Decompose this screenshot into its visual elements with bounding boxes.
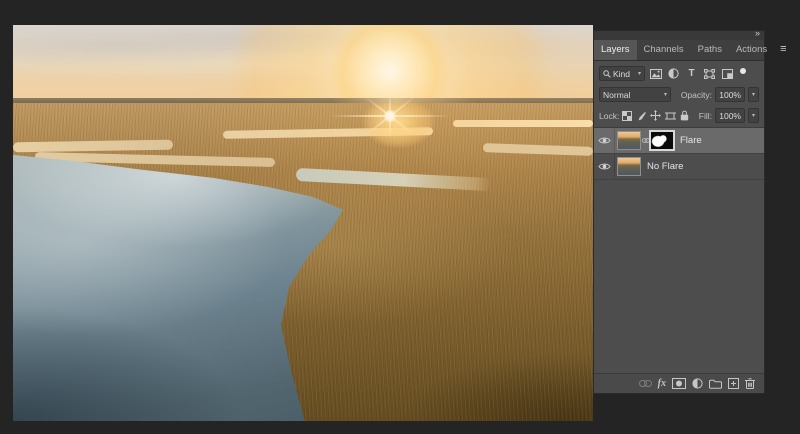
collapse-panels-icon[interactable]: »: [755, 28, 759, 38]
photoshop-window: » Layers Channels Paths Actions ≡ Kind ▾: [0, 0, 800, 434]
filter-row: Kind ▾ T: [599, 65, 759, 82]
filter-kind-select[interactable]: Kind ▾: [599, 66, 645, 81]
chevron-down-icon: ▾: [664, 92, 667, 98]
opacity-value-text: 100%: [719, 90, 741, 100]
lock-label: Lock:: [599, 111, 619, 121]
fill-label: Fill:: [699, 111, 712, 121]
chevron-down-icon: ▾: [752, 92, 755, 98]
delete-layer-icon[interactable]: [745, 377, 755, 390]
fill-dropdown-button[interactable]: ▾: [748, 108, 759, 123]
opacity-value[interactable]: 100%: [715, 87, 745, 102]
new-group-icon[interactable]: [709, 377, 722, 390]
tab-paths[interactable]: Paths: [691, 40, 729, 60]
filter-toggle[interactable]: [740, 68, 746, 74]
shape-layer-filter-icon[interactable]: [702, 67, 717, 81]
chevron-down-icon: ▾: [752, 113, 755, 119]
fill-value-text: 100%: [719, 111, 741, 121]
adjustment-layer-filter-icon[interactable]: [666, 67, 681, 81]
visibility-toggle[interactable]: [594, 128, 615, 153]
layer-thumbnail[interactable]: [618, 158, 640, 175]
layer-name: Flare: [680, 135, 702, 146]
mask-link-icon[interactable]: [641, 138, 650, 143]
layer-style-icon[interactable]: fx: [658, 377, 666, 390]
add-layer-mask-icon[interactable]: [672, 377, 686, 390]
opacity-dropdown-button[interactable]: ▾: [748, 87, 759, 102]
tab-channels[interactable]: Channels: [637, 40, 691, 60]
panel-tab-bar: Layers Channels Paths Actions ≡: [594, 40, 764, 61]
tab-layers[interactable]: Layers: [594, 40, 637, 60]
visibility-toggle[interactable]: [594, 154, 615, 179]
chevron-down-icon: ▾: [638, 71, 641, 77]
lock-icons: [622, 110, 689, 121]
new-adjustment-layer-icon[interactable]: [692, 377, 703, 390]
pixel-layer-filter-icon[interactable]: [648, 67, 663, 81]
opacity-label: Opacity:: [681, 90, 712, 100]
panel-menu-icon[interactable]: ≡: [774, 40, 792, 60]
layer-row-flare[interactable]: Flare: [594, 128, 764, 154]
layer-thumbnail[interactable]: [618, 132, 640, 149]
lock-position-icon[interactable]: [650, 110, 661, 121]
flare-core: [383, 109, 397, 123]
tab-actions[interactable]: Actions: [729, 40, 774, 60]
lock-all-icon[interactable]: [680, 110, 689, 121]
blend-mode-value: Normal: [603, 90, 630, 100]
new-layer-icon[interactable]: [728, 377, 739, 390]
panel-dock-header: »: [594, 31, 764, 40]
lock-row: Lock:: [599, 107, 759, 124]
blend-mode-select[interactable]: Normal ▾: [599, 87, 671, 102]
layer-name: No Flare: [647, 161, 683, 172]
smart-object-filter-icon[interactable]: [720, 67, 735, 81]
layers-panel: » Layers Channels Paths Actions ≡ Kind ▾: [593, 30, 765, 394]
link-layers-icon[interactable]: [639, 377, 652, 390]
layers-controls: Kind ▾ T: [594, 61, 764, 127]
photo-channel: [453, 120, 593, 127]
layers-list: Flare No Flare: [594, 127, 764, 180]
filter-kind-value: Kind: [613, 69, 630, 79]
lock-artboard-icon[interactable]: [665, 111, 676, 121]
eye-icon: [598, 162, 611, 171]
layer-row-no-flare[interactable]: No Flare: [594, 154, 764, 180]
layer-mask-thumbnail[interactable]: [651, 132, 673, 149]
fill-value[interactable]: 100%: [715, 108, 745, 123]
blend-row: Normal ▾ Opacity: 100% ▾: [599, 86, 759, 103]
lock-pixels-icon[interactable]: [636, 111, 646, 121]
search-icon: [603, 70, 611, 78]
lock-transparency-icon[interactable]: [622, 111, 632, 121]
layers-bottom-toolbar: fx: [594, 373, 764, 393]
eye-icon: [598, 136, 611, 145]
layers-empty-area: [594, 180, 764, 373]
type-layer-filter-icon[interactable]: T: [684, 67, 699, 81]
document-canvas[interactable]: [13, 25, 593, 421]
